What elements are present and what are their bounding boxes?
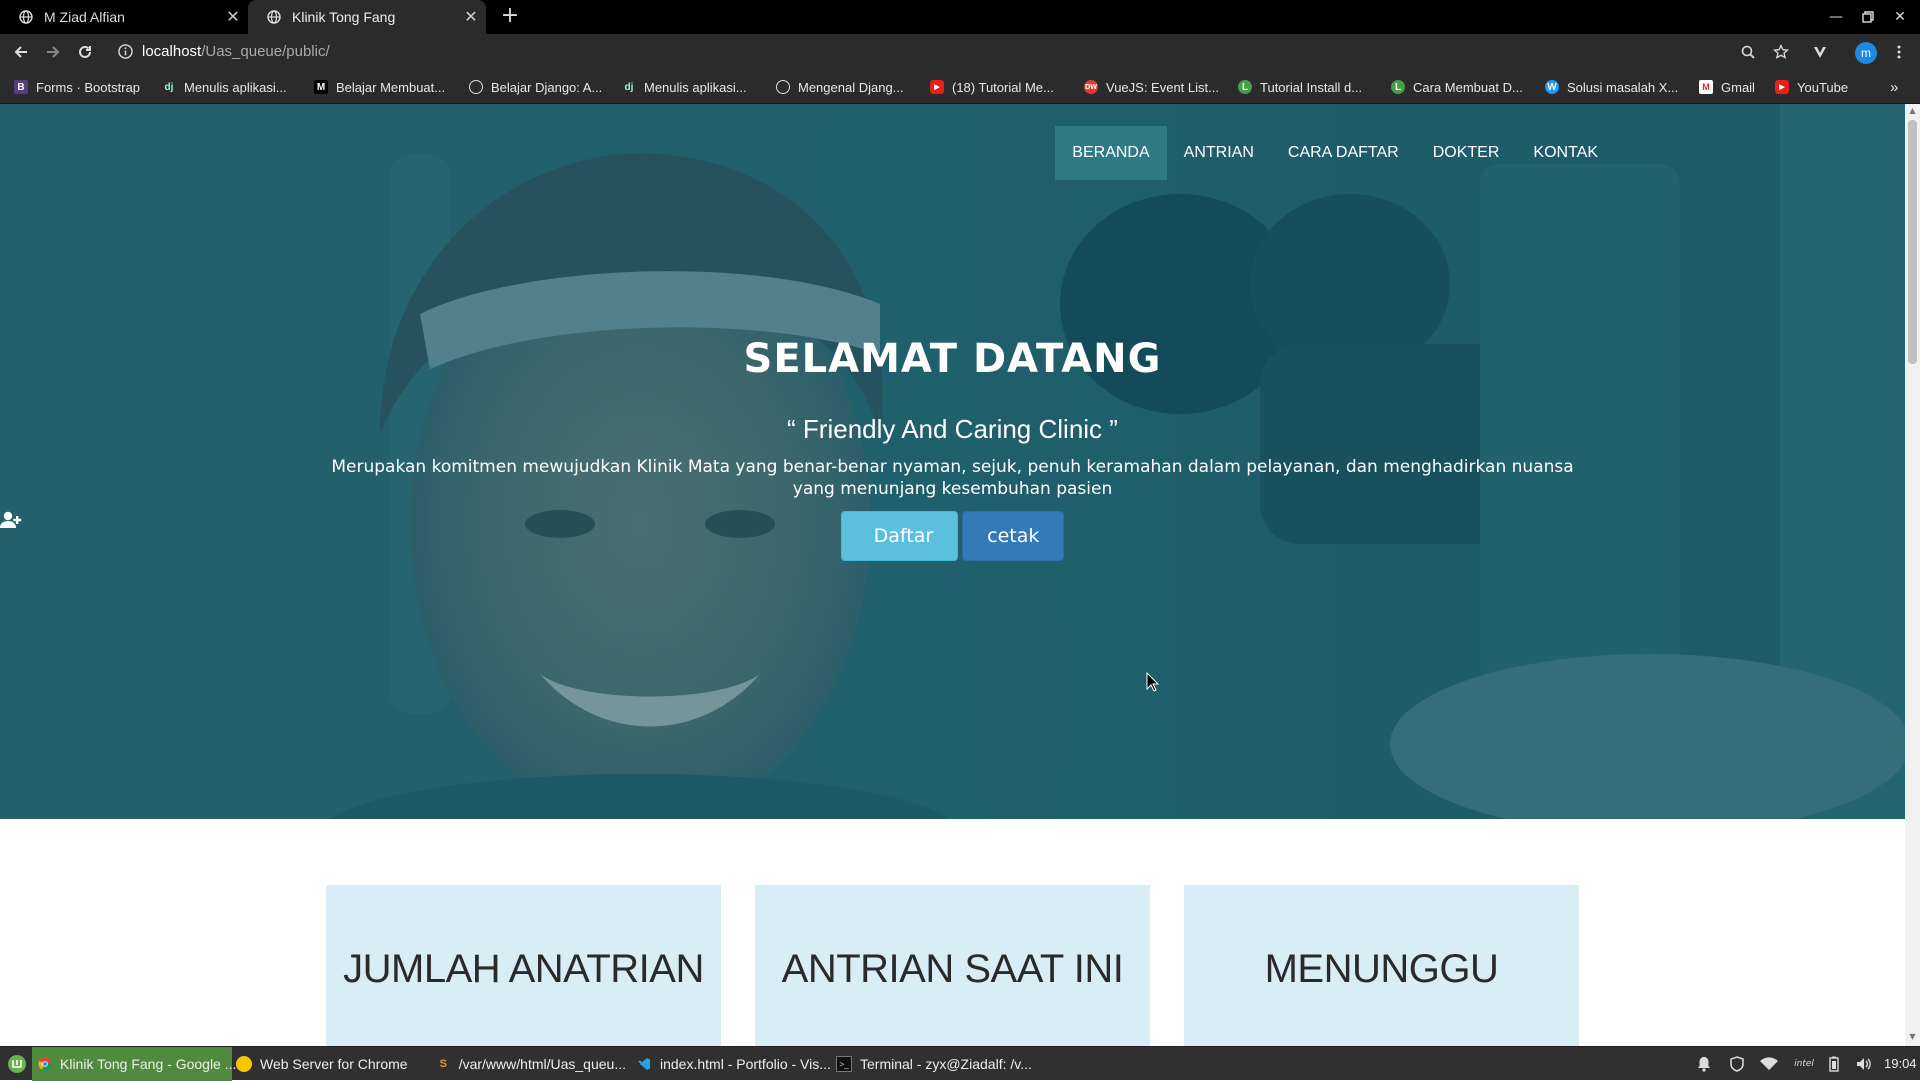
zoom-icon[interactable]: [1736, 40, 1760, 64]
medium-icon: M: [314, 80, 328, 94]
l-icon: L: [1238, 80, 1252, 94]
taskbar-item-terminal[interactable]: >_ Terminal - zyx@Ziadalf: /v...: [836, 1047, 1036, 1081]
bookmark-star-icon[interactable]: [1769, 40, 1793, 64]
browser-toolbar: localhost/Uas_queue/public/ m: [0, 34, 1920, 70]
volume-icon[interactable]: [1854, 1054, 1874, 1074]
back-icon[interactable]: [8, 40, 34, 64]
youtube-icon: ▶: [930, 80, 944, 94]
globe-icon: [469, 80, 483, 94]
scroll-up-icon[interactable]: ▲: [1908, 106, 1917, 116]
terminal-icon: >_: [836, 1056, 852, 1072]
minimize-icon[interactable]: —: [1820, 0, 1852, 34]
daftar-button-label: Daftar: [873, 525, 934, 547]
shield-icon[interactable]: [1727, 1054, 1747, 1074]
bookmark-item[interactable]: M Gmail: [1699, 70, 1755, 104]
bookmark-item[interactable]: W Solusi masalah X...: [1545, 70, 1678, 104]
bookmark-item[interactable]: DW VueJS: Event List...: [1084, 70, 1219, 104]
taskbar-item-chrome[interactable]: Klinik Tong Fang - Google ...: [32, 1047, 236, 1081]
main-navigation: BERANDA ANTRIAN CARA DAFTAR DOKTER KONTA…: [1055, 126, 1615, 180]
close-icon[interactable]: ✕: [456, 7, 486, 27]
nav-item-kontak[interactable]: KONTAK: [1516, 126, 1615, 180]
globe-icon: [266, 9, 282, 25]
tab-title: Klinik Tong Fang: [292, 9, 396, 25]
l-icon: L: [1391, 80, 1405, 94]
menu-kebab-icon[interactable]: [1887, 40, 1911, 64]
os-taskbar: Klinik Tong Fang - Google ... Web Server…: [0, 1046, 1920, 1081]
nav-item-dokter[interactable]: DOKTER: [1416, 126, 1517, 180]
youtube-icon: ▶: [1775, 80, 1789, 94]
page-scrollbar[interactable]: ▲ ▼: [1905, 104, 1920, 1046]
hero-description: Merupakan komitmen mewujudkan Klinik Mat…: [331, 457, 1574, 499]
avatar[interactable]: m: [1855, 42, 1877, 64]
hero-subtitle: “ Friendly And Caring Clinic ”: [787, 414, 1118, 444]
globe-icon: [18, 9, 34, 25]
wordpress-icon: W: [1545, 80, 1559, 94]
address-bar[interactable]: localhost/Uas_queue/public/: [110, 38, 1770, 66]
forward-icon[interactable]: [40, 40, 66, 64]
info-icon[interactable]: [118, 44, 133, 63]
card-menunggu: MENUNGGU: [1184, 885, 1579, 1046]
new-tab-button[interactable]: +: [498, 4, 522, 28]
queue-cards: JUMLAH ANATRIAN ANTRIAN SAAT INI MENUNGG…: [326, 885, 1579, 1046]
bookmark-item[interactable]: L Cara Membuat D...: [1391, 70, 1523, 104]
browser-tab-strip: M Ziad Alfian ✕ Klinik Tong Fang ✕ + — ✕: [0, 0, 1920, 34]
browser-tab-1[interactable]: M Ziad Alfian ✕: [0, 0, 248, 34]
intel-icon[interactable]: intel: [1792, 1054, 1816, 1074]
bookmark-item[interactable]: M Belajar Membuat...: [314, 70, 445, 104]
notification-bell-icon[interactable]: [1694, 1054, 1714, 1074]
vscode-icon: [636, 1056, 652, 1072]
browser-tab-2[interactable]: Klinik Tong Fang ✕: [248, 0, 486, 34]
taskbar-item-web-server[interactable]: Web Server for Chrome: [236, 1047, 416, 1081]
django-icon: dj: [164, 81, 174, 93]
card-antrian-saat-ini: ANTRIAN SAAT INI: [755, 885, 1150, 1046]
web-server-icon: [236, 1056, 252, 1072]
system-clock: 19:04: [1884, 1056, 1917, 1071]
bookmark-item[interactable]: L Tutorial Install d...: [1238, 70, 1362, 104]
gmail-icon: M: [1699, 80, 1713, 94]
card-jumlah-antrian: JUMLAH ANATRIAN: [326, 885, 721, 1046]
mouse-cursor-icon: [1146, 671, 1160, 696]
close-window-icon[interactable]: ✕: [1884, 0, 1916, 34]
start-menu-button[interactable]: [4, 1047, 30, 1081]
django-icon: dj: [624, 81, 634, 93]
globe-icon: [776, 80, 790, 94]
dw-icon: DW: [1084, 80, 1098, 94]
battery-icon[interactable]: [1824, 1054, 1844, 1074]
bookmark-item[interactable]: dj Menulis aplikasi...: [622, 70, 747, 104]
daftar-button[interactable]: Daftar: [0, 511, 959, 561]
tab-title: M Ziad Alfian: [44, 9, 125, 25]
hero-section: BERANDA ANTRIAN CARA DAFTAR DOKTER KONTA…: [0, 104, 1905, 819]
bookmarks-overflow-button[interactable]: »: [1890, 70, 1898, 104]
bookmark-item[interactable]: Belajar Django: A...: [469, 70, 602, 104]
nav-item-antrian[interactable]: ANTRIAN: [1167, 126, 1271, 180]
wifi-icon[interactable]: [1759, 1054, 1779, 1074]
nav-item-beranda[interactable]: BERANDA: [1055, 126, 1167, 180]
reload-icon[interactable]: [72, 40, 98, 64]
extension-icon[interactable]: [1808, 40, 1832, 64]
bookmarks-bar: B Forms · Bootstrap dj Menulis aplikasi...…: [0, 70, 1920, 104]
hero-title: SELAMAT DATANG: [743, 336, 1162, 382]
scroll-down-icon[interactable]: ▼: [1908, 1032, 1917, 1042]
chrome-icon: [38, 1056, 52, 1072]
scrollbar-thumb[interactable]: [1908, 120, 1917, 364]
page-viewport: BERANDA ANTRIAN CARA DAFTAR DOKTER KONTA…: [0, 104, 1905, 1046]
cetak-button-label: cetak: [987, 525, 1040, 547]
taskbar-item-vscode[interactable]: index.html - Portfolio - Vis...: [636, 1047, 836, 1081]
close-icon[interactable]: ✕: [218, 7, 248, 27]
restore-icon[interactable]: [1852, 0, 1884, 34]
bookmark-item[interactable]: B Forms · Bootstrap: [14, 70, 140, 104]
cetak-button[interactable]: cetak: [962, 511, 1065, 561]
bookmark-item[interactable]: ▶ (18) Tutorial Me...: [930, 70, 1054, 104]
bookmark-item[interactable]: ▶ YouTube: [1775, 70, 1848, 104]
hero-buttons: Daftar cetak: [0, 511, 1905, 561]
bootstrap-icon: B: [14, 80, 28, 94]
taskbar-item-sublime[interactable]: S /var/www/html/Uas_queu...: [436, 1047, 626, 1081]
bookmark-item[interactable]: dj Menulis aplikasi...: [162, 70, 287, 104]
bookmark-item[interactable]: Mengenal Djang...: [776, 70, 904, 104]
sublime-icon: S: [439, 1058, 448, 1070]
nav-item-cara-daftar[interactable]: CARA DAFTAR: [1271, 126, 1416, 180]
url-text: localhost/Uas_queue/public/: [142, 43, 330, 60]
